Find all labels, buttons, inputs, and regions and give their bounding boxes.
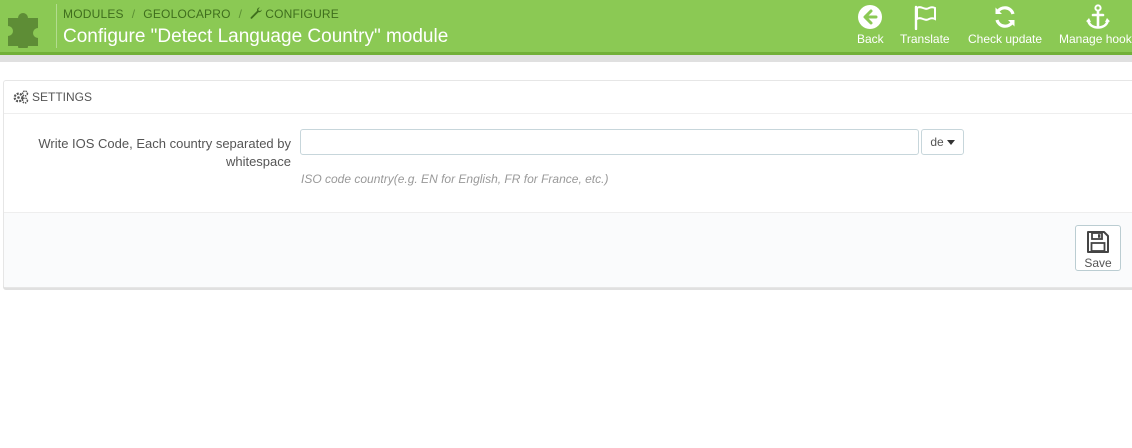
- toolbar-manage-hooks-button[interactable]: Manage hooks: [1059, 4, 1132, 48]
- settings-panel: SETTINGS Write IOS Code, Each country se…: [3, 80, 1132, 288]
- header-bottom-border: [0, 52, 1132, 55]
- page-header: MODULES / GEOLOCAPRO / CONFIGURE Configu…: [0, 0, 1132, 52]
- gears-icon: [13, 90, 29, 104]
- save-button-label: Save: [1084, 256, 1112, 270]
- save-button[interactable]: Save: [1075, 225, 1121, 271]
- toolbar-back-label: Back: [857, 32, 884, 46]
- toolbar-check-update-label: Check update: [968, 32, 1043, 46]
- breadcrumb: MODULES / GEOLOCAPRO / CONFIGURE: [63, 6, 339, 22]
- panel-title: SETTINGS: [32, 90, 93, 104]
- toolbar-back-button[interactable]: Back: [857, 4, 884, 48]
- toolbar-translate-button[interactable]: Translate: [900, 4, 950, 48]
- caret-down-icon: [946, 140, 955, 145]
- wrench-icon: [250, 7, 262, 19]
- flag-icon: [914, 5, 936, 30]
- language-dropdown[interactable]: de: [921, 129, 964, 155]
- header-divider: [56, 4, 57, 48]
- puzzle-piece-icon: [8, 13, 38, 48]
- panel-footer: Save: [4, 212, 1132, 287]
- refresh-icon: [995, 6, 1015, 28]
- iso-code-input[interactable]: [300, 129, 919, 155]
- anchor-icon: [1086, 4, 1111, 29]
- breadcrumb-configure: CONFIGURE: [250, 7, 339, 21]
- toolbar-check-update-button[interactable]: Check update: [968, 4, 1042, 48]
- breadcrumb-geolocapro[interactable]: GEOLOCAPRO: [143, 7, 230, 21]
- toolbar-manage-hooks-label: Manage hooks: [1059, 32, 1132, 46]
- page-title: Configure "Detect Language Country" modu…: [63, 26, 449, 47]
- toolbar-translate-label: Translate: [900, 32, 950, 46]
- iso-code-label: Write IOS Code, Each country separated b…: [38, 136, 291, 169]
- back-arrow-circle-icon: [858, 5, 883, 29]
- breadcrumb-modules[interactable]: MODULES: [63, 7, 124, 21]
- panel-heading: SETTINGS: [4, 81, 1132, 114]
- floppy-disk-icon: [1087, 231, 1109, 253]
- breadcrumb-configure-label: CONFIGURE: [265, 7, 340, 21]
- iso-code-help-text: ISO code country(e.g. EN for English, FR…: [301, 172, 609, 186]
- language-dropdown-value: de: [930, 135, 944, 149]
- breadcrumb-separator: /: [238, 7, 243, 21]
- breadcrumb-separator: /: [131, 7, 136, 21]
